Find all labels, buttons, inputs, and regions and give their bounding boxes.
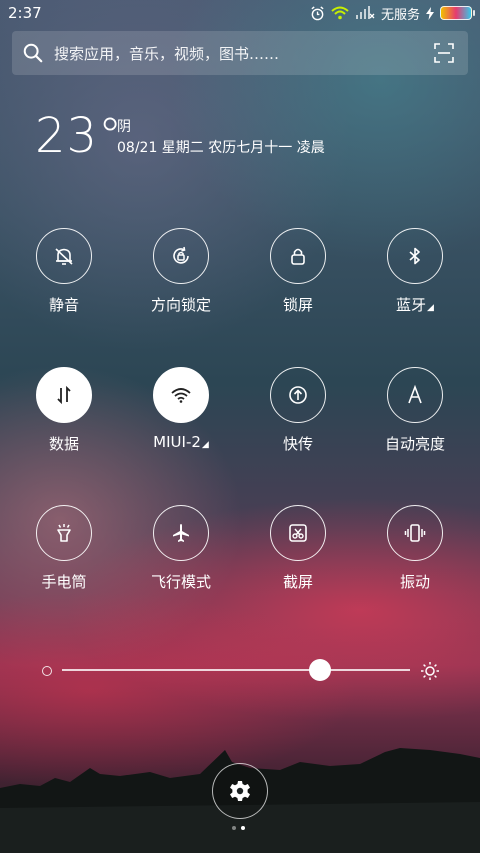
toggle-auto-brightness[interactable]: 自动亮度 — [357, 367, 473, 454]
toggle-mute[interactable]: 静音 — [6, 228, 122, 315]
toggle-flashlight[interactable]: 手电筒 — [6, 505, 122, 592]
toggle-label: 方向锁定 — [150, 296, 211, 314]
temperature: 23° — [35, 108, 124, 164]
toggle-vibrate[interactable]: 振动 — [357, 505, 473, 592]
airplane-icon — [173, 524, 189, 542]
bell-off-icon — [55, 248, 73, 265]
toggle-label: 手电筒 — [41, 573, 87, 591]
charging-icon — [426, 6, 434, 20]
search-placeholder: 搜索应用，音乐，视频，图书…… — [54, 44, 280, 63]
bluetooth-icon — [409, 247, 420, 265]
battery-icon — [440, 6, 475, 20]
lock-icon — [291, 248, 305, 265]
toggle-lock-screen[interactable]: 锁屏 — [240, 228, 356, 315]
brightness-slider-thumb[interactable] — [308, 659, 331, 681]
brightness-high-icon — [421, 662, 439, 680]
gear-icon — [230, 781, 250, 801]
share-upload-icon — [289, 386, 307, 404]
auto-brightness-icon — [408, 384, 422, 404]
screenshot-icon — [289, 524, 307, 542]
toggle-label: 自动亮度 — [384, 435, 445, 453]
toggle-quick-share[interactable]: 快传 — [240, 367, 356, 454]
search-bar[interactable]: 搜索应用，音乐，视频，图书…… — [12, 31, 468, 75]
toggle-wifi[interactable]: MIUI-2◢ — [123, 367, 239, 451]
date-line: 08/21 星期二 农历七月十一 凌晨 — [117, 140, 325, 156]
toggle-label: 振动 — [399, 573, 430, 591]
brightness-low-icon — [42, 666, 52, 676]
toggle-airplane[interactable]: 飞行模式 — [123, 505, 239, 592]
page-dot — [232, 826, 236, 830]
settings-button[interactable] — [212, 763, 268, 819]
weather-condition: 阴 — [117, 119, 131, 135]
toggle-label: MIUI-2 — [153, 433, 201, 451]
scan-icon[interactable] — [434, 43, 454, 63]
search-icon — [23, 43, 43, 63]
submenu-indicator-icon: ◢ — [427, 303, 434, 313]
status-time: 2:37 — [8, 4, 42, 22]
wifi-status-icon — [331, 6, 349, 20]
vibrate-icon — [404, 524, 426, 542]
alarm-icon — [311, 5, 324, 20]
toggle-rotation-lock[interactable]: 方向锁定 — [123, 228, 239, 315]
toggle-mobile-data[interactable]: 数据 — [6, 367, 122, 454]
status-icons: 无服务 — [310, 4, 475, 23]
toggle-label: 锁屏 — [282, 296, 313, 314]
flashlight-icon — [57, 524, 71, 542]
toggle-bluetooth[interactable]: 蓝牙◢ — [357, 228, 473, 315]
rotation-lock-icon — [173, 246, 189, 264]
mobile-data-icon — [57, 385, 71, 405]
wifi-icon — [171, 388, 191, 403]
toggle-label: 静音 — [48, 296, 79, 314]
brightness-slider-track[interactable] — [62, 669, 410, 671]
signal-icon — [355, 6, 375, 19]
toggle-label: 快传 — [282, 435, 313, 453]
toggle-label: 蓝牙 — [396, 296, 427, 314]
page-indicator — [232, 826, 245, 830]
toggle-label: 数据 — [48, 435, 79, 453]
carrier-text: 无服务 — [380, 7, 420, 23]
toggle-label: 截屏 — [282, 573, 313, 591]
submenu-indicator-icon: ◢ — [201, 440, 209, 450]
page-dot-active — [241, 826, 245, 830]
toggle-screenshot[interactable]: 截屏 — [240, 505, 356, 592]
toggle-label: 飞行模式 — [150, 573, 211, 591]
